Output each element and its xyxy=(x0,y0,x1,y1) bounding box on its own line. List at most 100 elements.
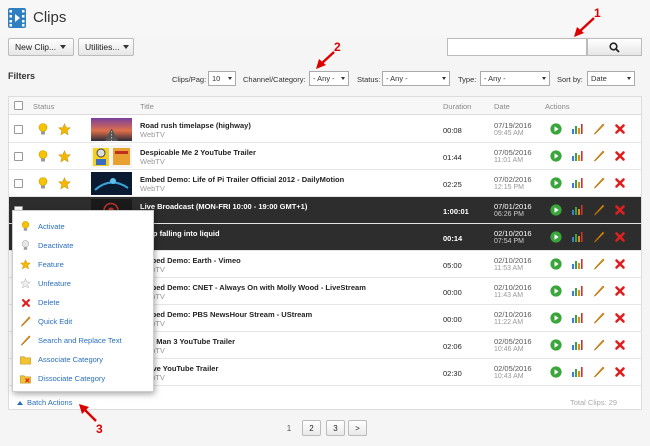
star-icon[interactable] xyxy=(58,123,71,136)
edit-pencil-icon[interactable] xyxy=(593,123,605,135)
play-icon[interactable] xyxy=(550,366,562,378)
play-icon[interactable] xyxy=(550,339,562,351)
batch-actions-toggle[interactable]: Batch Actions xyxy=(17,398,72,407)
menu-item-dissociate-category[interactable]: Dissociate Category xyxy=(13,369,153,388)
title-column-header[interactable]: Title xyxy=(140,102,154,111)
stats-icon[interactable] xyxy=(571,366,583,378)
row-checkbox[interactable] xyxy=(14,125,23,134)
type-filter-select[interactable]: - Any - xyxy=(480,71,550,86)
date-column-header[interactable]: Date xyxy=(494,102,510,111)
edit-pencil-icon[interactable] xyxy=(593,231,605,243)
duration-column-header[interactable]: Duration xyxy=(443,102,471,111)
play-icon[interactable] xyxy=(550,231,562,243)
play-icon[interactable] xyxy=(550,258,562,270)
sort-by-select[interactable]: Date xyxy=(587,71,635,86)
search-button[interactable] xyxy=(587,38,642,56)
menu-item-search-replace[interactable]: Search and Replace Text xyxy=(13,331,153,350)
page-title: Clips xyxy=(33,9,67,26)
stats-icon[interactable] xyxy=(571,177,583,189)
clip-title[interactable]: Live Broadcast (MON-FRI 10:00 - 19:00 GM… xyxy=(140,202,307,211)
star-icon[interactable] xyxy=(58,177,71,190)
status-filter-select[interactable]: - Any - xyxy=(382,71,450,86)
play-icon[interactable] xyxy=(550,204,562,216)
clip-title[interactable]: Embed Demo: PBS NewsHour Stream - UStrea… xyxy=(140,310,312,319)
clips-per-page-select[interactable]: 10 xyxy=(208,71,236,86)
edit-pencil-icon[interactable] xyxy=(593,312,605,324)
clip-time: 10:43 AM xyxy=(494,373,524,380)
page-3-link[interactable]: 3 xyxy=(326,420,345,436)
menu-item-feature[interactable]: Feature xyxy=(13,255,153,274)
edit-pencil-icon xyxy=(20,316,31,327)
play-icon[interactable] xyxy=(550,312,562,324)
clip-title[interactable]: Embed Demo: Earth - Vimeo xyxy=(140,256,241,265)
clip-title[interactable]: Despicable Me 2 YouTube Trailer xyxy=(140,148,256,157)
new-clip-button[interactable]: New Clip... xyxy=(8,38,74,56)
row-checkbox[interactable] xyxy=(14,179,23,188)
stats-icon[interactable] xyxy=(571,123,583,135)
menu-item-deactivate[interactable]: Deactivate xyxy=(13,236,153,255)
table-row[interactable]: Road rush timelapse (highway) WebTV 00:0… xyxy=(9,116,641,143)
channel-category-select[interactable]: - Any - xyxy=(309,71,349,86)
stats-icon[interactable] xyxy=(571,285,583,297)
delete-icon[interactable] xyxy=(614,339,626,351)
edit-pencil-icon[interactable] xyxy=(593,258,605,270)
clip-title[interactable]: Embed Demo: CNET - Always On with Molly … xyxy=(140,283,366,292)
clip-thumbnail[interactable] xyxy=(91,145,132,168)
delete-icon[interactable] xyxy=(614,366,626,378)
play-icon[interactable] xyxy=(550,123,562,135)
menu-item-associate-category[interactable]: Associate Category xyxy=(13,350,153,369)
menu-item-label: Dissociate Category xyxy=(38,374,106,383)
delete-icon[interactable] xyxy=(614,231,626,243)
play-icon[interactable] xyxy=(550,150,562,162)
edit-pencil-icon[interactable] xyxy=(593,285,605,297)
row-checkbox[interactable] xyxy=(14,152,23,161)
table-row[interactable]: Despicable Me 2 YouTube Trailer WebTV 01… xyxy=(9,143,641,170)
next-page-button[interactable]: > xyxy=(348,420,367,436)
delete-icon[interactable] xyxy=(614,150,626,162)
status-column-header: Status xyxy=(33,102,55,111)
utilities-label: Utilities... xyxy=(85,42,120,52)
clip-time: 09:45 AM xyxy=(494,130,524,137)
delete-icon[interactable] xyxy=(614,177,626,189)
menu-item-unfeature[interactable]: Unfeature xyxy=(13,274,153,293)
stats-icon[interactable] xyxy=(571,339,583,351)
clip-thumbnail[interactable] xyxy=(91,118,132,141)
menu-item-activate[interactable]: Activate xyxy=(13,217,153,236)
menu-item-delete[interactable]: Delete xyxy=(13,293,153,312)
clip-thumbnail[interactable] xyxy=(91,172,132,195)
star-icon[interactable] xyxy=(58,150,71,163)
clip-duration: 05:00 xyxy=(443,261,462,270)
delete-icon[interactable] xyxy=(614,123,626,135)
clip-title[interactable]: Iron Man 3 YouTube Trailer xyxy=(140,337,235,346)
stats-icon[interactable] xyxy=(571,231,583,243)
clip-title[interactable]: Embed Demo: Life of Pi Trailer Official … xyxy=(140,175,344,184)
edit-pencil-icon[interactable] xyxy=(593,366,605,378)
play-icon[interactable] xyxy=(550,285,562,297)
stats-icon[interactable] xyxy=(571,204,583,216)
lightbulb-icon[interactable] xyxy=(38,150,48,163)
clip-time: 11:01 AM xyxy=(494,157,524,164)
stats-icon[interactable] xyxy=(571,150,583,162)
search-input[interactable] xyxy=(447,38,587,56)
delete-icon[interactable] xyxy=(614,258,626,270)
delete-icon[interactable] xyxy=(614,285,626,297)
table-row[interactable]: Embed Demo: Life of Pi Trailer Official … xyxy=(9,170,641,197)
edit-pencil-icon[interactable] xyxy=(593,150,605,162)
play-icon[interactable] xyxy=(550,177,562,189)
edit-pencil-icon[interactable] xyxy=(593,177,605,189)
clip-title[interactable]: Road rush timelapse (highway) xyxy=(140,121,251,130)
select-all-checkbox[interactable] xyxy=(14,101,23,110)
page-2-link[interactable]: 2 xyxy=(302,420,321,436)
stats-icon[interactable] xyxy=(571,312,583,324)
utilities-button[interactable]: Utilities... xyxy=(78,38,134,56)
lightbulb-icon[interactable] xyxy=(38,177,48,190)
edit-pencil-icon[interactable] xyxy=(593,204,605,216)
menu-item-quick-edit[interactable]: Quick Edit xyxy=(13,312,153,331)
filters-heading: Filters xyxy=(8,71,36,81)
delete-icon[interactable] xyxy=(614,204,626,216)
stats-icon[interactable] xyxy=(571,258,583,270)
lightbulb-icon[interactable] xyxy=(38,123,48,136)
edit-pencil-icon[interactable] xyxy=(593,339,605,351)
clip-source: WebTV xyxy=(140,130,165,139)
delete-icon[interactable] xyxy=(614,312,626,324)
